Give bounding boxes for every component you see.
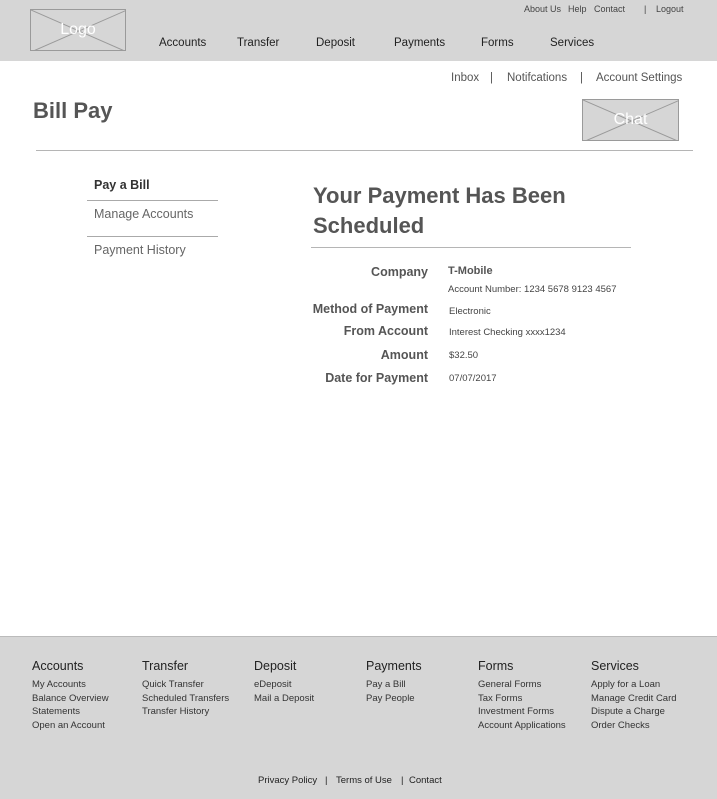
footer-link[interactable]: Balance Overview (32, 692, 142, 706)
footer: Accounts My Accounts Balance Overview St… (0, 636, 717, 799)
divider (36, 150, 693, 151)
chat-button[interactable]: Chat (582, 99, 679, 141)
utility-links: About Us Help Contact | Logout (0, 4, 717, 16)
main-nav: Accounts Transfer Deposit Payments Forms… (0, 37, 717, 51)
footer-link[interactable]: Statements (32, 705, 142, 719)
company-label: Company (371, 265, 428, 279)
notifications-link[interactable]: Notifcations (507, 72, 567, 84)
footer-link[interactable]: Tax Forms (478, 692, 588, 706)
account-links-divider: | (490, 72, 493, 84)
footer-link[interactable]: Apply for a Loan (591, 678, 701, 692)
side-item-manage-accounts[interactable]: Manage Accounts (87, 201, 218, 237)
footer-contact-link[interactable]: Contact (409, 775, 442, 786)
nav-payments[interactable]: Payments (394, 37, 445, 49)
footer-link[interactable]: eDeposit (254, 678, 364, 692)
side-item-payment-history[interactable]: Payment History (87, 237, 218, 273)
nav-accounts[interactable]: Accounts (159, 37, 206, 49)
footer-link[interactable]: Quick Transfer (142, 678, 252, 692)
account-links-divider: | (580, 72, 583, 84)
footer-heading: Services (591, 659, 639, 673)
amount-label: Amount (380, 348, 428, 362)
privacy-policy-link[interactable]: Privacy Policy (258, 775, 317, 786)
footer-column-transfer: Transfer Quick Transfer Scheduled Transf… (142, 659, 252, 719)
footer-link[interactable]: Pay a Bill (366, 678, 476, 692)
footer-link[interactable]: Investment Forms (478, 705, 588, 719)
date-label: Date for Payment (325, 371, 428, 385)
nav-deposit[interactable]: Deposit (316, 37, 355, 49)
account-number-value: Account Number: 1234 5678 9123 4567 (448, 284, 617, 295)
nav-transfer[interactable]: Transfer (237, 37, 279, 49)
footer-heading: Payments (366, 659, 422, 673)
terms-of-use-link[interactable]: Terms of Use (336, 775, 392, 786)
footer-link[interactable]: Open an Account (32, 719, 142, 733)
footer-link[interactable]: General Forms (478, 678, 588, 692)
divider (311, 247, 631, 248)
about-us-link[interactable]: About Us (524, 4, 561, 14)
top-header: Logo About Us Help Contact | Logout Acco… (0, 0, 717, 61)
date-value: 07/07/2017 (449, 373, 497, 384)
footer-divider: | (325, 775, 328, 786)
footer-heading: Forms (478, 659, 514, 673)
method-label: Method of Payment (312, 302, 428, 316)
method-value: Electronic (449, 306, 491, 317)
company-value: T-Mobile (448, 265, 493, 277)
nav-forms[interactable]: Forms (481, 37, 514, 49)
footer-heading: Transfer (142, 659, 189, 673)
page-title: Bill Pay (33, 98, 113, 123)
footer-column-payments: Payments Pay a Bill Pay People (366, 659, 476, 705)
side-item-pay-a-bill[interactable]: Pay a Bill (87, 172, 218, 201)
footer-link[interactable]: Pay People (366, 692, 476, 706)
account-links: Inbox | Notifcations | Account Settings (0, 72, 717, 86)
footer-column-forms: Forms General Forms Tax Forms Investment… (478, 659, 588, 732)
footer-link[interactable]: My Accounts (32, 678, 142, 692)
footer-column-services: Services Apply for a Loan Manage Credit … (591, 659, 701, 732)
footer-link[interactable]: Order Checks (591, 719, 701, 733)
footer-column-deposit: Deposit eDeposit Mail a Deposit (254, 659, 364, 705)
logout-link[interactable]: Logout (656, 4, 684, 14)
nav-services[interactable]: Services (550, 37, 594, 49)
footer-legal-links: Privacy Policy | Terms of Use | Contact (0, 775, 717, 787)
utility-divider: | (644, 4, 647, 14)
footer-column-accounts: Accounts My Accounts Balance Overview St… (32, 659, 142, 732)
side-menu: Pay a Bill Manage Accounts Payment Histo… (87, 172, 218, 273)
footer-divider: | (401, 775, 404, 786)
footer-heading: Deposit (254, 659, 297, 673)
account-settings-link[interactable]: Account Settings (596, 72, 682, 84)
footer-link[interactable]: Scheduled Transfers (142, 692, 252, 706)
footer-link[interactable]: Manage Credit Card (591, 692, 701, 706)
inbox-link[interactable]: Inbox (451, 72, 479, 84)
footer-link[interactable]: Account Applications (478, 719, 588, 733)
footer-heading: Accounts (32, 659, 84, 673)
footer-link[interactable]: Transfer History (142, 705, 252, 719)
confirmation-title: Your Payment Has Been Scheduled (313, 183, 566, 238)
from-account-value: Interest Checking xxxx1234 (449, 327, 566, 338)
footer-link[interactable]: Dispute a Charge (591, 705, 701, 719)
from-account-label: From Account (343, 324, 428, 338)
amount-value: $32.50 (449, 350, 479, 361)
contact-link[interactable]: Contact (594, 4, 625, 14)
help-link[interactable]: Help (568, 4, 587, 14)
footer-link[interactable]: Mail a Deposit (254, 692, 364, 706)
chat-label: Chat (613, 111, 648, 128)
